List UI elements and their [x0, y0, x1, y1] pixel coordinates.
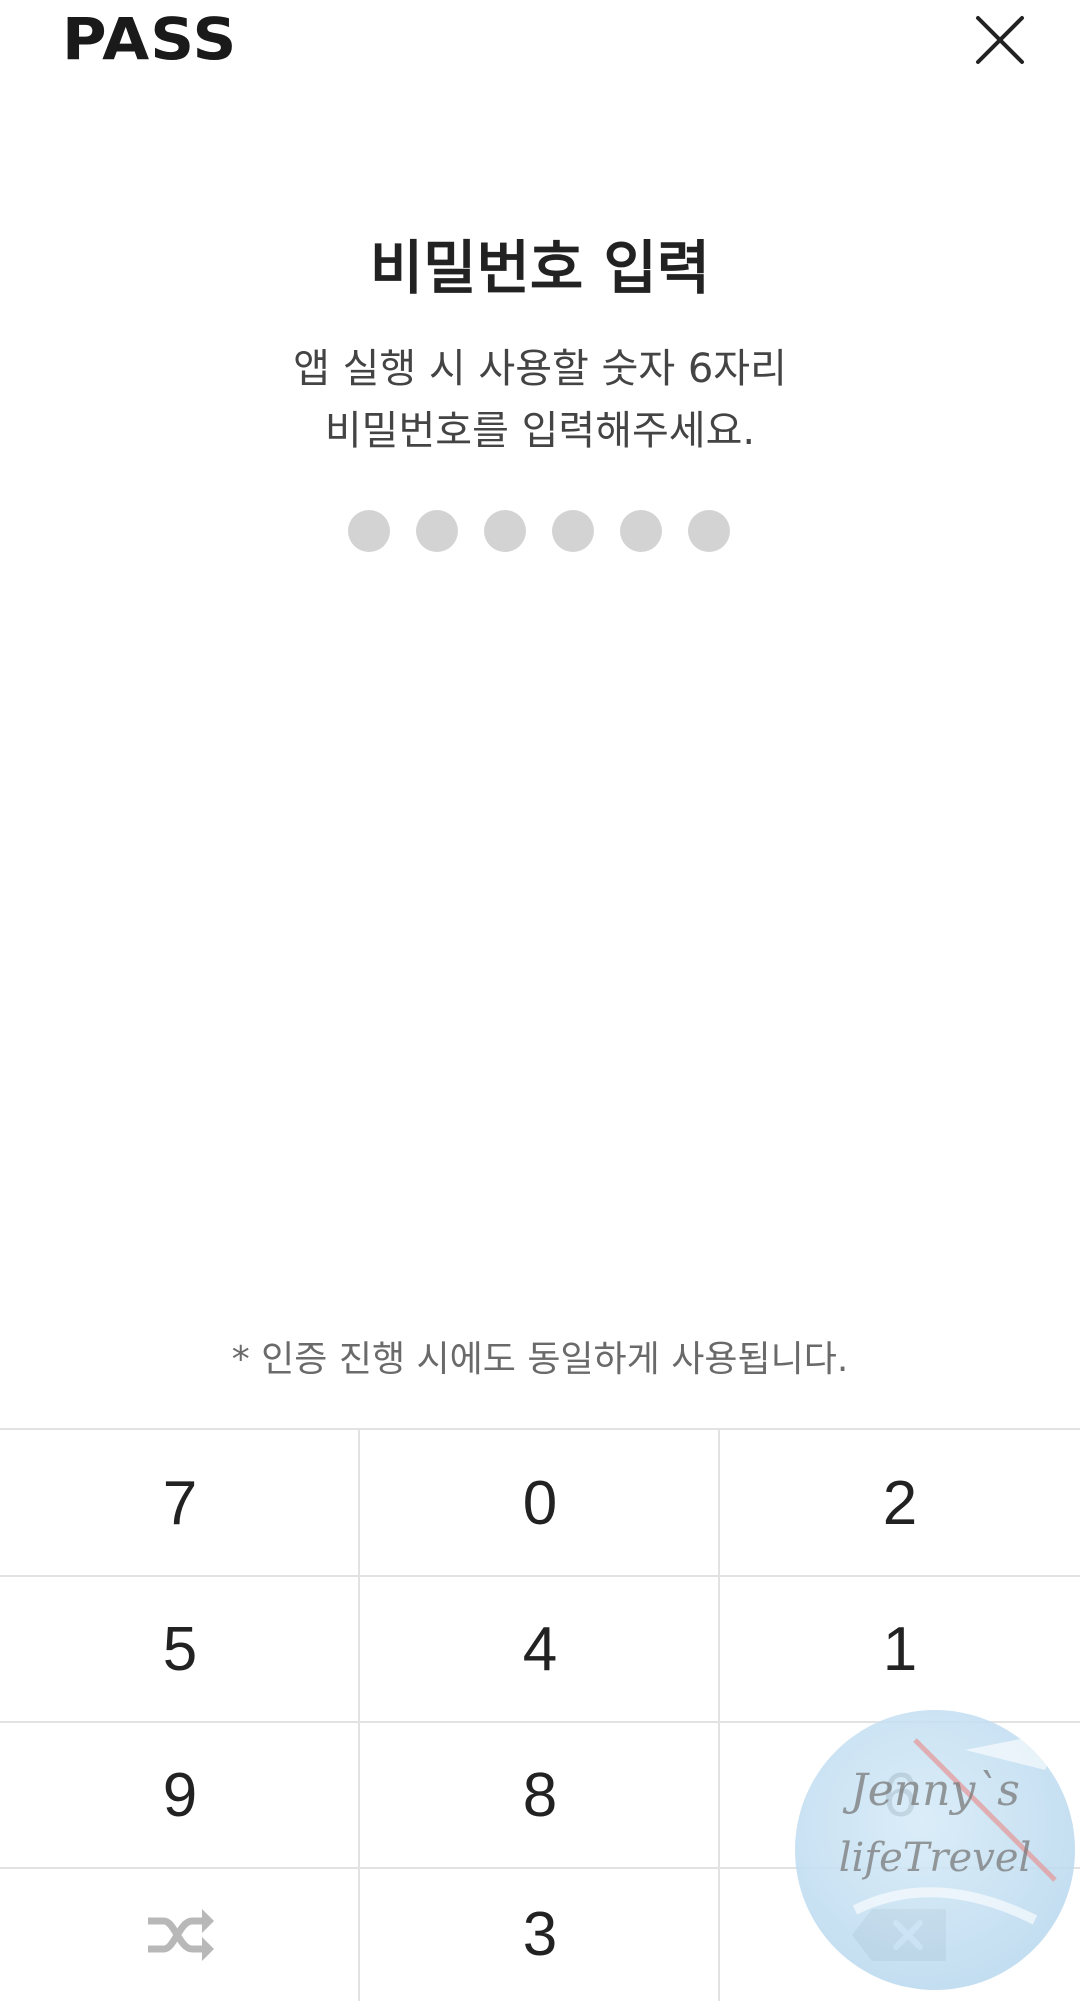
key-9[interactable]: 9	[0, 1722, 360, 1868]
key-4[interactable]: 4	[360, 1576, 720, 1722]
key-1[interactable]: 1	[720, 1576, 1080, 1722]
pin-dot	[348, 510, 390, 552]
number-keypad: 7 0 2 5 4 1 9 8 6 3	[0, 1428, 1080, 2001]
key-7[interactable]: 7	[0, 1430, 360, 1576]
close-button[interactable]	[970, 10, 1030, 70]
instruction-line-1: 앱 실행 시 사용할 숫자 6자리	[293, 346, 787, 392]
instruction-text: 앱 실행 시 사용할 숫자 6자리 비밀번호를 입력해주세요.	[0, 338, 1080, 462]
page-title: 비밀번호 입력	[369, 234, 711, 302]
auth-notice: * 인증 진행 시에도 동일하게 사용됩니다.	[231, 1339, 849, 1380]
shuffle-icon	[148, 1908, 214, 1961]
pass-logo: PASS	[62, 5, 238, 73]
key-8[interactable]: 8	[360, 1722, 720, 1868]
pin-dot	[484, 510, 526, 552]
close-icon	[976, 16, 1024, 64]
backspace-button[interactable]	[720, 1868, 1080, 2001]
key-5[interactable]: 5	[0, 1576, 360, 1722]
pin-dot	[688, 510, 730, 552]
pin-dot	[552, 510, 594, 552]
instruction-line-2: 비밀번호를 입력해주세요.	[324, 408, 756, 454]
key-2[interactable]: 2	[720, 1430, 1080, 1576]
pin-dot	[416, 510, 458, 552]
pin-indicator	[348, 510, 732, 554]
pin-dot	[620, 510, 662, 552]
key-0[interactable]: 0	[360, 1430, 720, 1576]
key-6[interactable]: 6	[720, 1722, 1080, 1868]
shuffle-button[interactable]	[0, 1868, 360, 2001]
key-3[interactable]: 3	[360, 1868, 720, 2001]
backspace-icon	[852, 1908, 946, 1961]
header-bar: PASS	[0, 0, 1080, 80]
